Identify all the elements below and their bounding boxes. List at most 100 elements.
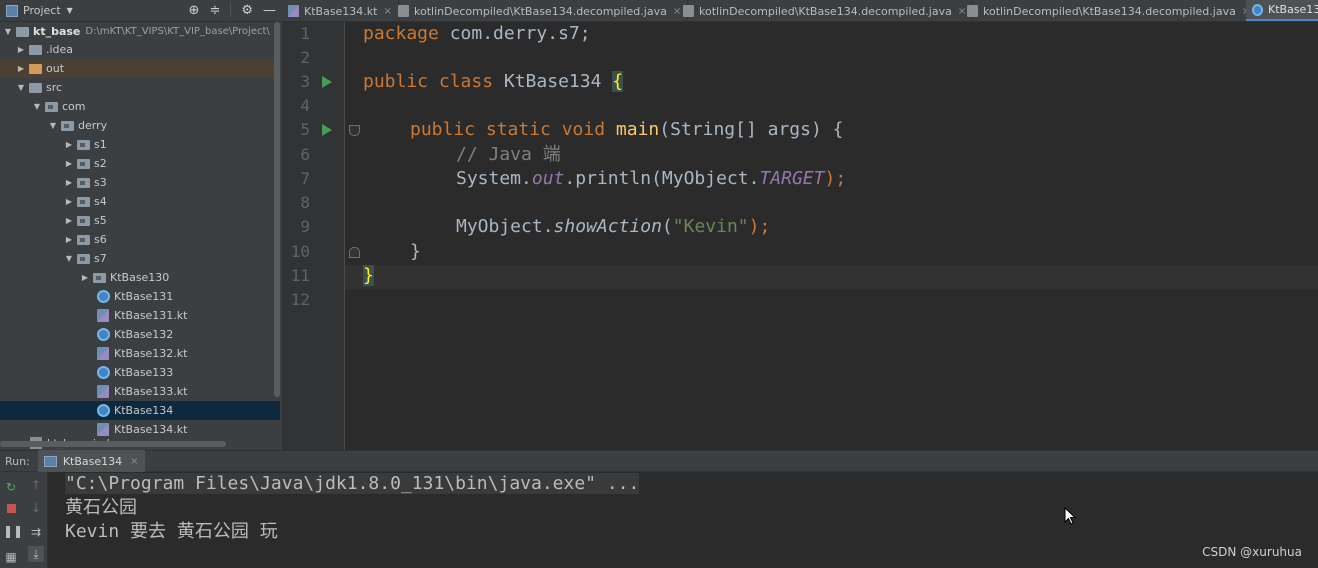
editor-tab-ktbase134[interactable]: KtBase134 (1246, 0, 1318, 21)
tree-item-ktbase133[interactable]: KtBase133 (0, 363, 280, 382)
pause-icon[interactable]: ❚❚ (3, 523, 23, 539)
tree-item-ktbase132[interactable]: KtBase132 (0, 325, 280, 344)
gear-icon[interactable]: ⚙ (241, 3, 253, 18)
stop-icon[interactable] (3, 501, 19, 517)
tree-item-s5[interactable]: ▶ s5 (0, 211, 280, 230)
editor-tab-decompiled-3[interactable]: kotlinDecompiled\KtBase134.decompiled.ja… (961, 0, 1258, 21)
package-icon (45, 101, 58, 112)
tree-item-idea[interactable]: ▶ .idea (0, 40, 280, 59)
package-icon (77, 215, 90, 226)
tree-item-ktbase134[interactable]: KtBase134 (0, 401, 280, 420)
tree-item-label: s2 (94, 157, 107, 170)
chevron-down-icon[interactable]: ▼ (67, 6, 73, 15)
project-view-title[interactable]: Project (23, 4, 61, 17)
package-icon (77, 196, 90, 207)
arrow-up-icon[interactable]: ↑ (28, 477, 44, 493)
code-token: MyObject. (456, 216, 554, 237)
run-gutter-icon[interactable] (322, 124, 332, 136)
chevron-right-icon[interactable]: ▶ (16, 64, 26, 73)
tree-item-s6[interactable]: ▶ s6 (0, 230, 280, 249)
chevron-right-icon[interactable]: ▶ (64, 140, 74, 149)
hide-panel-icon[interactable]: — (263, 3, 276, 18)
tree-vertical-scrollbar[interactable] (274, 22, 280, 397)
tree-item-derry[interactable]: ▼ derry (0, 116, 280, 135)
code-token: KtBase134 (493, 71, 613, 92)
chevron-down-icon[interactable]: ▼ (64, 254, 74, 263)
close-icon[interactable]: × (384, 6, 392, 17)
tree-item-out[interactable]: ▶ out (0, 59, 280, 78)
module-folder-icon (16, 26, 29, 37)
code-token: package (363, 23, 439, 44)
kotlin-file-icon (97, 423, 109, 436)
line-number: 4 (300, 96, 310, 115)
tree-item-s3[interactable]: ▶ s3 (0, 173, 280, 192)
chevron-right-icon[interactable]: ▶ (64, 197, 74, 206)
tree-item-s2[interactable]: ▶ s2 (0, 154, 280, 173)
line-number: 10 (290, 242, 310, 261)
fold-marker-icon[interactable] (349, 247, 360, 258)
arrow-down-icon[interactable]: ↓ (28, 500, 44, 516)
tree-item-ktbase131[interactable]: KtBase131 (0, 287, 280, 306)
tree-item-label: derry (78, 119, 108, 132)
code-line-1: package com.derry.s7; (363, 22, 591, 46)
editor-tab-decompiled-2[interactable]: kotlinDecompiled\KtBase134.decompiled.ja… (677, 0, 974, 21)
rerun-icon[interactable]: ↻ (3, 479, 19, 495)
run-tab-ktbase134[interactable]: KtBase134 × (37, 450, 145, 472)
chevron-down-icon[interactable]: ▼ (3, 27, 13, 36)
run-label: Run: (5, 454, 30, 468)
tree-item-label: s1 (94, 138, 107, 151)
tree-item-ktbase130[interactable]: ▶ KtBase130 (0, 268, 280, 287)
tree-item-com[interactable]: ▼ com (0, 97, 280, 116)
scroll-to-end-icon[interactable]: ⤓ (28, 546, 44, 562)
line-number: 5 (300, 120, 310, 139)
editor-tab-decompiled-1[interactable]: kotlinDecompiled\KtBase134.decompiled.ja… (392, 0, 689, 21)
tree-item-label: KtBase131 (114, 290, 174, 303)
package-icon (77, 253, 90, 264)
project-header[interactable]: Project ▼ ⊕ ≑ ⚙ — (0, 0, 282, 22)
tab-label: kotlinDecompiled\KtBase134.decompiled.ja… (983, 4, 1236, 18)
line-number: 7 (300, 169, 310, 188)
chevron-right-icon[interactable]: ▶ (80, 273, 90, 282)
layout-icon[interactable]: ▦ (3, 549, 19, 565)
code-token: (String[] args) { (659, 119, 844, 140)
code-token: "Kevin" (672, 216, 749, 237)
fold-marker-icon[interactable] (349, 125, 360, 136)
collapse-all-icon[interactable]: ≑ (209, 3, 220, 18)
tree-item-ktbase133-kt[interactable]: KtBase133.kt (0, 382, 280, 401)
chevron-down-icon[interactable]: ▼ (16, 83, 26, 92)
tree-item-src[interactable]: ▼ src (0, 78, 280, 97)
chevron-right-icon[interactable]: ▶ (64, 235, 74, 244)
module-path: D:\mKT\KT_VIPS\KT_VIP_base\Project\ (85, 26, 270, 37)
run-gutter-icon[interactable] (322, 76, 332, 88)
chevron-right-icon[interactable]: ▶ (64, 178, 74, 187)
console-text: "C:\Program Files\Java\jdk1.8.0_131\bin\… (65, 473, 640, 494)
editor-tab-ktbase134-kt[interactable]: KtBase134.kt × (282, 0, 399, 21)
locate-target-icon[interactable]: ⊕ (189, 3, 200, 18)
tree-item-s4[interactable]: ▶ s4 (0, 192, 280, 211)
chevron-down-icon[interactable]: ▼ (32, 102, 42, 111)
chevron-right-icon[interactable]: ▶ (64, 216, 74, 225)
close-icon[interactable]: × (130, 456, 138, 467)
chevron-right-icon[interactable]: ▶ (16, 45, 26, 54)
package-icon (77, 158, 90, 169)
kotlin-file-icon (97, 347, 109, 360)
console-line: 黄石公园 (65, 497, 137, 518)
line-number: 9 (300, 217, 310, 236)
chevron-down-icon[interactable]: ▼ (48, 121, 58, 130)
tab-label: kotlinDecompiled\KtBase134.decompiled.ja… (414, 4, 667, 18)
code-token: ( (661, 216, 673, 237)
tree-item-kt-base[interactable]: ▼ kt_base D:\mKT\KT_VIPS\KT_VIP_base\Pro… (0, 22, 280, 41)
tree-item-label: src (46, 81, 63, 94)
tree-item-s1[interactable]: ▶ s1 (0, 135, 280, 154)
tree-item-ktbase131-kt[interactable]: KtBase131.kt (0, 306, 280, 325)
watermark-text: CSDN @xuruhua (1202, 545, 1302, 559)
tree-horizontal-scrollbar[interactable] (0, 441, 226, 447)
tree-item-label: out (46, 62, 65, 75)
tree-item-ktbase132-kt[interactable]: KtBase132.kt (0, 344, 280, 363)
tree-item-label: s3 (94, 176, 107, 189)
chevron-right-icon[interactable]: ▶ (64, 159, 74, 168)
tree-item-label: KtBase133 (114, 366, 174, 379)
line-number: 1 (300, 24, 310, 43)
soft-wrap-icon[interactable]: ⇉ (28, 524, 44, 540)
tree-item-s7[interactable]: ▼ s7 (0, 249, 280, 268)
